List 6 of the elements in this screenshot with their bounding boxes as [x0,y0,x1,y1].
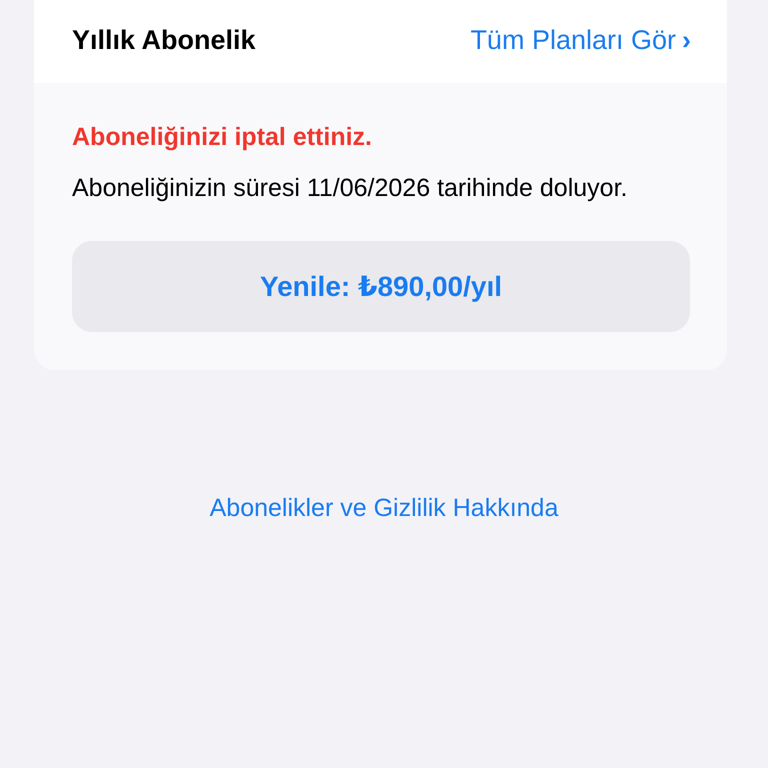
cancel-notice: Aboneliğinizi iptal ettiniz. [72,123,373,152]
plan-label: Yıllık Abonelik [72,25,256,56]
privacy-link[interactable]: Abonelikler ve Gizlilik Hakkında [210,494,558,523]
all-plans-link[interactable]: Tüm Planları Gör › [470,25,691,56]
renew-button[interactable]: Yenile: ₺890,00/yıl [72,241,690,332]
expiry-text: Aboneliğinizin süresi 11/06/2026 tarihinde doluyor. [72,173,628,204]
